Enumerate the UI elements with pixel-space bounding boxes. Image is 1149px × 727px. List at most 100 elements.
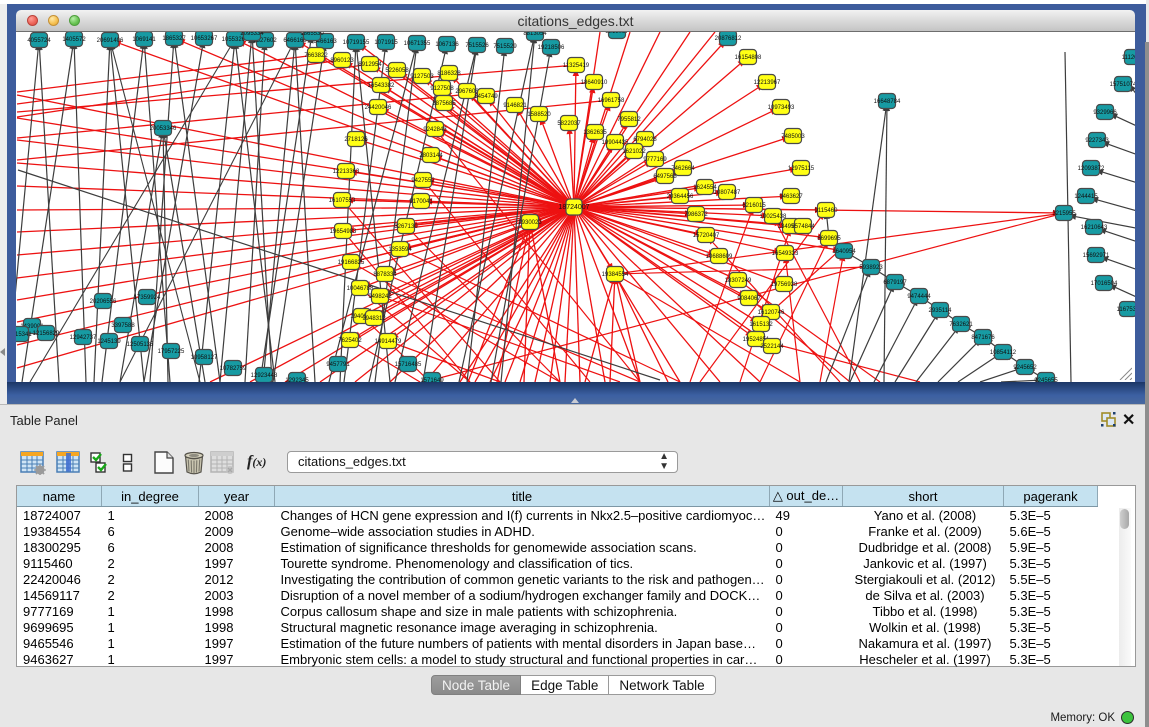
svg-text:5822037: 5822037	[557, 121, 581, 127]
svg-text:7515529: 7515529	[493, 44, 517, 50]
svg-text:10719155: 10719155	[343, 40, 370, 46]
svg-text:14914479: 14914479	[375, 339, 402, 345]
svg-text:1865327: 1865327	[162, 36, 186, 42]
svg-text:8960123: 8960123	[330, 58, 354, 64]
svg-text:18640910: 18640910	[581, 80, 608, 86]
svg-text:7515526: 7515526	[465, 43, 489, 49]
svg-text:3267130: 3267130	[394, 224, 418, 230]
svg-text:1621022: 1621022	[622, 149, 646, 155]
svg-text:15720407: 15720407	[693, 233, 720, 239]
svg-text:9170041: 9170041	[409, 199, 433, 205]
svg-text:1069141: 1069141	[132, 37, 156, 43]
svg-text:9127508: 9127508	[430, 86, 454, 92]
svg-text:1865530: 1865530	[300, 32, 324, 37]
svg-text:1405572: 1405572	[62, 37, 86, 43]
svg-text:10854112: 10854112	[990, 350, 1017, 356]
svg-text:8813057: 8813057	[605, 32, 629, 35]
svg-text:9127503: 9127503	[410, 74, 434, 80]
svg-text:9474444: 9474444	[907, 294, 931, 300]
svg-text:9242843: 9242843	[423, 127, 447, 133]
svg-text:20206556: 20206556	[90, 299, 117, 305]
svg-text:18307249: 18307249	[725, 278, 752, 284]
svg-text:12093872: 12093872	[1078, 166, 1105, 172]
svg-text:1244415: 1244415	[1074, 194, 1098, 200]
svg-text:16120746: 16120746	[758, 310, 785, 316]
svg-text:3915341: 3915341	[16, 332, 32, 338]
svg-text:12923448: 12923448	[251, 373, 278, 379]
svg-text:8471676: 8471676	[971, 335, 995, 341]
svg-text:5226058: 5226058	[385, 68, 409, 74]
svg-text:9245652: 9245652	[1013, 365, 1037, 371]
svg-text:7625402: 7625402	[338, 338, 362, 344]
svg-text:16107553: 16107553	[329, 198, 356, 204]
svg-text:6794028: 6794028	[633, 137, 657, 143]
svg-text:1245139: 1245139	[97, 339, 121, 345]
svg-text:7986372: 7986372	[684, 212, 708, 218]
svg-text:2935114: 2935114	[929, 308, 953, 314]
svg-text:3215955: 3215955	[1052, 211, 1076, 217]
svg-text:9498242: 9498242	[368, 294, 392, 300]
svg-text:6216015: 6216015	[742, 203, 766, 209]
svg-text:8186328: 8186328	[437, 71, 461, 77]
svg-text:9227343: 9227343	[1085, 138, 1109, 144]
svg-text:15751074: 15751074	[1110, 82, 1135, 88]
svg-text:2095334: 2095334	[240, 32, 264, 37]
svg-text:6699695: 6699695	[817, 236, 841, 242]
svg-text:20364456: 20364456	[667, 194, 694, 200]
svg-text:12156829: 12156829	[33, 331, 60, 337]
svg-text:1640954: 1640954	[832, 249, 856, 255]
svg-text:7955812: 7955812	[617, 117, 641, 123]
svg-text:1071915: 1071915	[374, 40, 398, 46]
svg-text:9948312: 9948312	[362, 316, 386, 322]
svg-text:9084067: 9084067	[737, 296, 761, 302]
svg-text:9463627: 9463627	[779, 194, 803, 200]
svg-text:7632621: 7632621	[949, 322, 973, 328]
svg-text:16648784: 16648784	[874, 99, 901, 105]
svg-text:24420046: 24420046	[365, 105, 392, 111]
svg-text:19384554: 19384554	[602, 272, 629, 278]
svg-text:19756928: 19756928	[771, 282, 798, 288]
svg-text:8454749: 8454749	[474, 94, 498, 100]
svg-text:9146821: 9146821	[503, 103, 527, 109]
svg-text:1615132: 1615132	[749, 322, 773, 328]
svg-text:9574844: 9574844	[791, 224, 815, 230]
svg-text:1362635: 1362635	[583, 130, 607, 136]
svg-text:12942737: 12942737	[70, 335, 97, 341]
svg-text:10653267: 10653267	[191, 36, 218, 42]
svg-text:10958127: 10958127	[191, 355, 218, 361]
svg-text:16549323: 16549323	[772, 251, 799, 257]
svg-text:20691406: 20691406	[97, 38, 124, 44]
svg-text:7462664: 7462664	[671, 166, 695, 172]
svg-text:15716485: 15716485	[395, 362, 422, 368]
svg-text:4055724: 4055724	[27, 38, 51, 44]
svg-text:10807487: 10807487	[714, 190, 741, 196]
svg-text:9427552: 9427552	[411, 178, 435, 184]
svg-text:19166825: 19166825	[338, 260, 365, 266]
svg-text:2522144: 2522144	[760, 344, 784, 350]
svg-text:1067136: 1067136	[435, 42, 459, 48]
svg-text:2930023: 2930023	[518, 220, 542, 226]
svg-text:15692971: 15692971	[1083, 253, 1110, 259]
svg-text:8912954: 8912954	[358, 62, 382, 68]
svg-text:19218506: 19218506	[538, 45, 565, 51]
svg-text:9329966: 9329966	[1093, 110, 1117, 116]
svg-text:12213363: 12213363	[333, 169, 360, 175]
svg-text:1353594: 1353594	[388, 247, 412, 253]
svg-text:16543382: 16543382	[368, 83, 395, 89]
svg-text:9457791: 9457791	[326, 362, 350, 368]
svg-text:17359924: 17359924	[134, 295, 161, 301]
svg-text:17957225: 17957225	[158, 349, 185, 355]
svg-text:12505135: 12505135	[127, 342, 154, 348]
svg-text:9777169: 9777169	[643, 157, 667, 163]
svg-text:1167534: 1167534	[1117, 307, 1135, 313]
svg-text:2803144: 2803144	[419, 153, 443, 159]
svg-text:10973493: 10973493	[768, 105, 795, 111]
svg-text:7485003: 7485003	[781, 134, 805, 140]
svg-text:8878334: 8878334	[373, 272, 397, 278]
svg-text:10782759: 10782759	[220, 366, 247, 372]
svg-text:19654983: 19654983	[330, 229, 357, 235]
svg-text:9115460: 9115460	[815, 208, 839, 214]
svg-text:11325419: 11325419	[563, 63, 590, 69]
svg-text:10046788: 10046788	[347, 286, 374, 292]
svg-text:10671355: 10671355	[404, 41, 431, 47]
